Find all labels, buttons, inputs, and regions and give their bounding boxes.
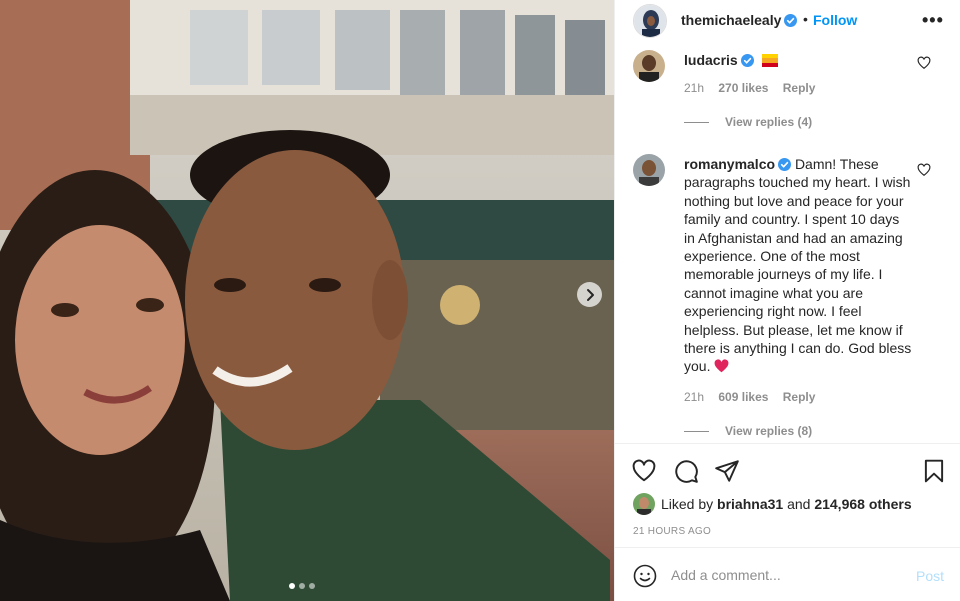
carousel-dot <box>309 583 315 589</box>
view-replies-label[interactable]: View replies (8) <box>725 424 812 438</box>
commenter-avatar[interactable] <box>633 50 665 82</box>
comment-likes[interactable]: 270 likes <box>718 81 768 95</box>
post-actions: Liked by briahna31 and 214,968 others 21… <box>615 443 960 547</box>
view-replies-button[interactable]: View replies (4) <box>684 115 812 129</box>
view-replies-label[interactable]: View replies (4) <box>725 115 812 129</box>
photo-scene <box>0 0 614 601</box>
comment-username[interactable]: ludacris <box>684 52 738 68</box>
post-photo[interactable] <box>0 0 614 601</box>
comment-text: Damn! These paragraphs touched my heart.… <box>684 156 912 375</box>
comment-likes[interactable]: 609 likes <box>718 390 768 404</box>
verified-badge-icon <box>740 54 754 67</box>
comment-time: 21h <box>684 390 705 404</box>
likes-summary: Liked by briahna31 and 214,968 others <box>633 493 912 515</box>
liked-by-user[interactable]: briahna31 <box>717 496 783 512</box>
carousel-dot <box>289 583 295 589</box>
flag-emoji-icon <box>762 54 779 67</box>
author-username-text[interactable]: themichaelealy <box>681 12 781 28</box>
comment-body: romanymalco Damn! These paragraphs touch… <box>684 155 912 376</box>
reply-button[interactable]: Reply <box>783 390 816 404</box>
view-replies-button[interactable]: View replies (8) <box>684 424 812 438</box>
post-comment-button[interactable]: Post <box>916 568 944 584</box>
heart-icon[interactable] <box>631 458 657 484</box>
comment-header: ludacris <box>684 52 779 70</box>
bookmark-icon[interactable] <box>921 458 947 484</box>
liker-avatar-image <box>633 493 655 515</box>
view-replies-line <box>684 430 709 432</box>
commenter-avatar-image <box>633 154 665 186</box>
follow-button[interactable]: Follow <box>813 12 857 28</box>
comment-bubble-icon[interactable] <box>673 458 699 484</box>
comment-meta: 21h 609 likes Reply <box>684 390 826 404</box>
more-options-button[interactable]: ••• <box>922 10 944 31</box>
comments-list[interactable]: ludacris 21h 270 likes Reply View replie… <box>615 42 960 443</box>
author-username[interactable]: themichaelealy <box>681 12 798 28</box>
carousel-indicator <box>289 583 315 589</box>
liked-by-prefix: Liked by <box>661 496 714 512</box>
like-comment-heart-icon[interactable] <box>917 163 931 177</box>
commenter-avatar-image <box>633 50 665 82</box>
like-comment-heart-icon[interactable] <box>917 56 931 70</box>
post-side-panel: themichaelealy • Follow ••• ludacris 21h… <box>614 0 960 601</box>
add-comment-bar: Post <box>615 547 960 601</box>
reply-button[interactable]: Reply <box>783 81 816 95</box>
view-replies-line <box>684 121 709 123</box>
author-avatar[interactable] <box>633 4 667 38</box>
next-photo-button[interactable] <box>577 282 602 307</box>
carousel-dot <box>299 583 305 589</box>
chevron-right-icon <box>586 288 594 301</box>
comment-time: 21h <box>684 81 705 95</box>
smiley-icon[interactable] <box>633 564 657 588</box>
comment-username[interactable]: romanymalco <box>684 156 775 172</box>
commenter-avatar[interactable] <box>633 154 665 186</box>
header-separator: • <box>803 11 808 27</box>
verified-badge-icon <box>784 14 798 27</box>
liker-avatar[interactable] <box>633 493 655 515</box>
likes-count-link[interactable]: 214,968 others <box>814 496 911 512</box>
post-timestamp[interactable]: 21 HOURS AGO <box>633 526 711 537</box>
post-header: themichaelealy • Follow ••• <box>615 0 960 42</box>
comment-meta: 21h 270 likes Reply <box>684 81 826 95</box>
liked-by-and: and <box>787 496 811 512</box>
paper-plane-icon[interactable] <box>714 458 740 484</box>
red-heart-emoji-icon <box>714 359 729 373</box>
comment-input[interactable] <box>671 562 901 588</box>
author-avatar-image <box>634 5 666 37</box>
verified-badge-icon <box>778 158 792 171</box>
